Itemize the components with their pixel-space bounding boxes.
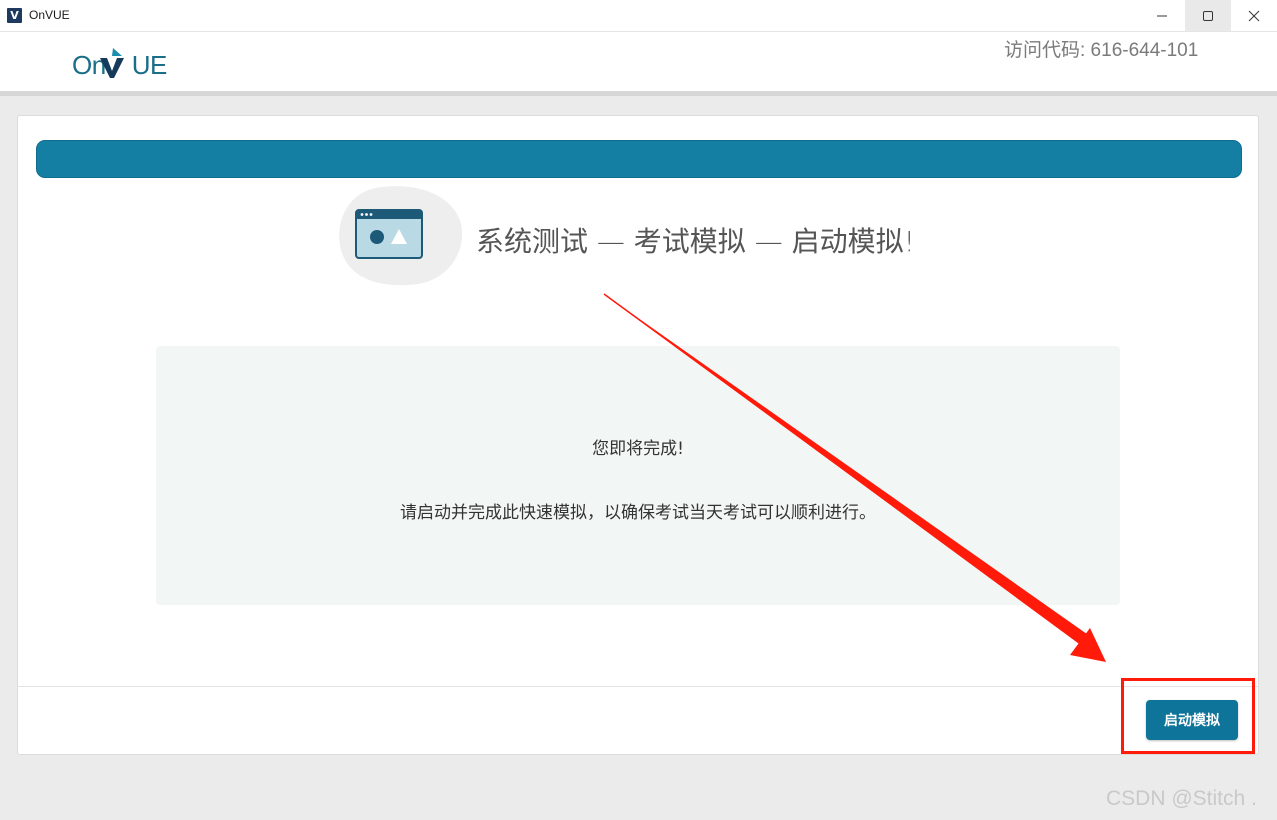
minimize-icon: [1157, 15, 1167, 16]
progress-bar: [36, 140, 1242, 178]
info-heading: 您即将完成!: [592, 439, 684, 459]
close-icon: [1248, 10, 1260, 21]
maximize-button[interactable]: [1185, 0, 1231, 31]
window-titlebar: V OnVUE: [0, 0, 1277, 32]
close-button[interactable]: [1231, 0, 1277, 31]
info-body: 请启动并完成此快速模拟，以确保考试当天考试可以顺利进行。: [400, 503, 876, 523]
logo-v-mark-icon: [100, 48, 124, 78]
watermark: CSDN @Stitch .: [1106, 787, 1257, 810]
window-title: OnVUE: [29, 8, 70, 22]
access-code: 访问代码: 616-644-101: [1004, 40, 1199, 61]
info-panel: 您即将完成! 请启动并完成此快速模拟，以确保考试当天考试可以顺利进行。: [156, 346, 1120, 605]
app-icon: V: [7, 8, 22, 23]
app-header: On UE 访问代码: 616-644-101: [0, 32, 1277, 96]
page-title: 系统测试 — 考试模拟 — 启动模拟!: [476, 225, 915, 258]
logo-suffix: UE: [131, 50, 168, 80]
main-card: 系统测试 — 考试模拟 — 启动模拟! 您即将完成! 请启动并完成此快速模拟，以…: [17, 115, 1259, 755]
maximize-icon: [1203, 10, 1213, 21]
highlight-box: [1121, 678, 1255, 754]
card-divider: [18, 686, 1258, 687]
onvue-logo: On UE: [72, 44, 172, 84]
browser-window-image-icon: [339, 186, 463, 286]
minimize-button[interactable]: [1139, 0, 1185, 31]
